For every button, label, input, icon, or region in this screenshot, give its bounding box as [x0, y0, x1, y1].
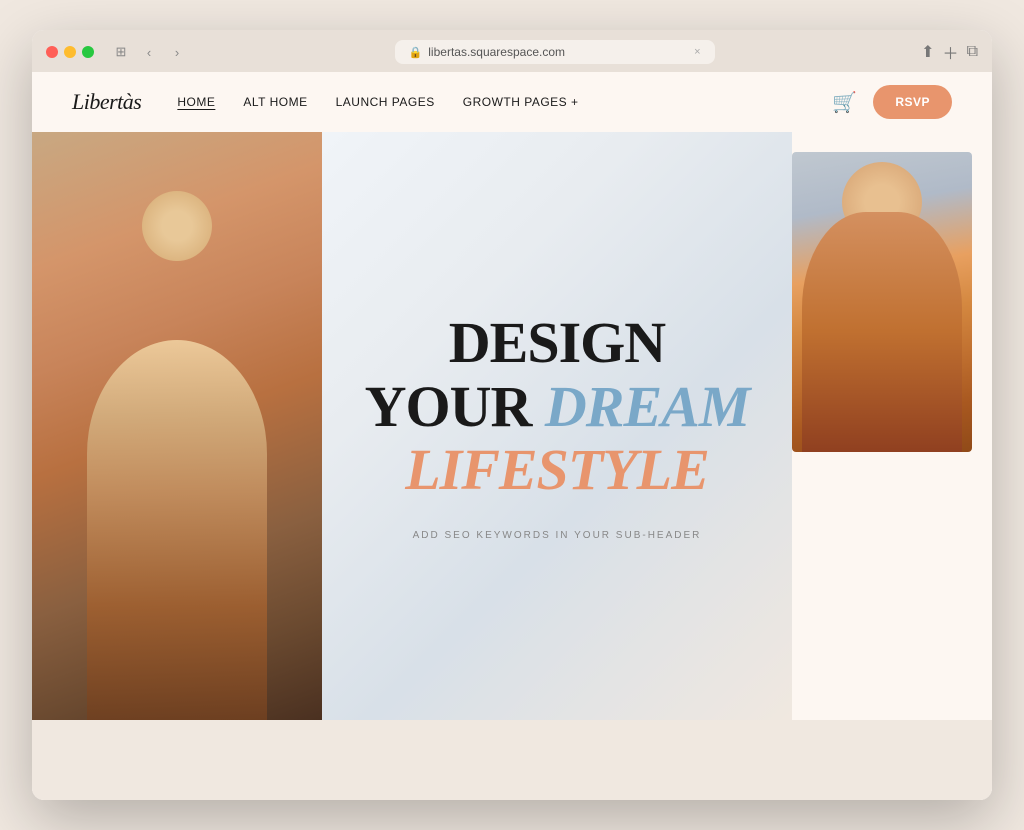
browser-actions: ⬆ ＋ ⧉ [921, 40, 978, 64]
browser-window: ⊞ ‹ › 🔒 libertas.squarespace.com × ⬆ ＋ ⧉… [32, 30, 992, 800]
hero-photo-left [32, 132, 322, 720]
traffic-light-close[interactable] [46, 46, 58, 58]
cart-icon[interactable]: 🛒 [832, 90, 857, 115]
browser-controls: ⊞ ‹ › [110, 41, 188, 63]
nav-links: HOME ALT HOME LAUNCH PAGES GROWTH PAGES … [177, 95, 832, 109]
hero-line1: DESIGN [365, 311, 750, 375]
address-bar[interactable]: 🔒 libertas.squarespace.com × [395, 40, 715, 64]
lock-icon: 🔒 [409, 46, 423, 59]
window-controls-icon[interactable]: ⊞ [110, 41, 132, 63]
navigation: Libertàs HOME ALT HOME LAUNCH PAGES GROW… [32, 72, 992, 132]
nav-link-growth-pages[interactable]: GROWTH PAGES + [463, 95, 579, 109]
share-icon[interactable]: ⬆ [921, 42, 934, 62]
rsvp-button[interactable]: RSVP [873, 85, 952, 119]
logo[interactable]: Libertàs [72, 89, 141, 115]
hero-photo-left-image [32, 132, 322, 720]
hero-photo-right-image [792, 152, 972, 452]
hero-line3: LIFESTYLE [365, 438, 750, 502]
hero-center-content: DESIGN YOUR DREAM LIFESTYLE ADD SEO KEYW… [322, 132, 792, 720]
url-text: libertas.squarespace.com [428, 45, 565, 59]
hero-line2-your: YOUR [365, 374, 545, 439]
traffic-lights [46, 46, 94, 58]
traffic-light-minimize[interactable] [64, 46, 76, 58]
hero-line2: YOUR DREAM [365, 375, 750, 439]
traffic-light-maximize[interactable] [82, 46, 94, 58]
tabs-icon[interactable]: ⧉ [967, 43, 978, 61]
hero-line2-dream: DREAM [545, 374, 750, 439]
hero-section: DESIGN YOUR DREAM LIFESTYLE ADD SEO KEYW… [32, 132, 992, 720]
address-bar-wrapper: 🔒 libertas.squarespace.com × [198, 40, 911, 64]
hero-subheader: ADD SEO KEYWORDS IN YOUR SUB-HEADER [413, 530, 702, 541]
close-tab-button[interactable]: × [694, 46, 700, 58]
hero-photo-right [792, 132, 992, 720]
nav-right: 🛒 RSVP [832, 85, 952, 119]
new-tab-icon[interactable]: ＋ [943, 40, 959, 64]
nav-link-home[interactable]: HOME [177, 95, 215, 109]
browser-chrome: ⊞ ‹ › 🔒 libertas.squarespace.com × ⬆ ＋ ⧉ [32, 30, 992, 72]
hero-title: DESIGN YOUR DREAM LIFESTYLE [365, 311, 750, 502]
back-button[interactable]: ‹ [138, 41, 160, 63]
nav-link-alt-home[interactable]: ALT HOME [243, 95, 307, 109]
nav-link-launch-pages[interactable]: LAUNCH PAGES [336, 95, 435, 109]
bottom-area [32, 720, 992, 800]
forward-button[interactable]: › [166, 41, 188, 63]
website-content: Libertàs HOME ALT HOME LAUNCH PAGES GROW… [32, 72, 992, 800]
